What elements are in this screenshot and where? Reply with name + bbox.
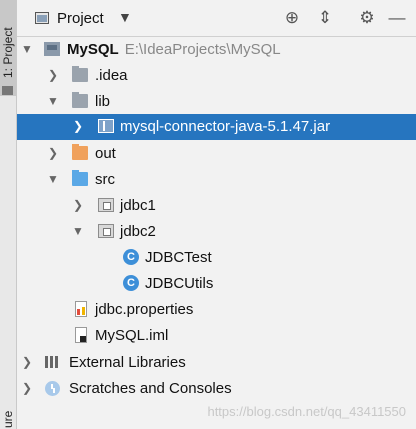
watermark: https://blog.csdn.net/qq_43411550	[207, 404, 406, 419]
chevron-down-icon[interactable]: ▼	[47, 94, 59, 108]
project-tool-tab-label: 1: Project	[1, 27, 15, 78]
tree-item-jdbctest[interactable]: C JDBCTest	[17, 245, 416, 271]
tree-item-label: mysql-connector-java-5.1.47.jar	[120, 118, 331, 135]
source-folder-icon	[72, 170, 88, 186]
folder-icon	[2, 86, 13, 95]
scratches-icon	[45, 381, 60, 396]
tree-item-label: MySQL.iml	[95, 327, 169, 344]
chevron-right-icon[interactable]: ❯	[47, 146, 59, 160]
iml-file-icon	[75, 327, 87, 343]
project-tree: ▼ MySQL E:\IdeaProjects\MySQL ❯ .idea ▼ l…	[17, 37, 416, 429]
tree-item-label: jdbc.properties	[95, 301, 194, 318]
chevron-down-icon[interactable]: ▼	[72, 224, 84, 238]
folder-icon	[72, 144, 88, 160]
project-view-icon	[35, 12, 49, 24]
package-icon	[98, 198, 114, 212]
root-name: MySQL	[67, 41, 119, 58]
tree-item-label: out	[95, 145, 116, 162]
chevron-down-icon[interactable]: ▼	[118, 9, 132, 25]
folder-icon	[72, 92, 88, 108]
root-path: E:\IdeaProjects\MySQL	[124, 41, 281, 58]
tree-item-scratches[interactable]: ❯ Scratches and Consoles	[17, 376, 416, 402]
chevron-right-icon[interactable]: ❯	[21, 355, 33, 369]
tree-item-label: External Libraries	[69, 354, 186, 371]
tree-item-jdbc-properties[interactable]: jdbc.properties	[17, 297, 416, 323]
chevron-right-icon[interactable]: ❯	[21, 381, 33, 395]
tree-item-label: src	[95, 171, 115, 188]
module-icon	[44, 42, 60, 56]
class-icon: C	[123, 275, 139, 291]
chevron-down-icon[interactable]: ▼	[47, 172, 59, 186]
tree-item-jdbc1[interactable]: ❯ jdbc1	[17, 193, 416, 219]
package-icon	[98, 224, 114, 238]
libraries-icon	[44, 355, 60, 369]
chevron-right-icon[interactable]: ❯	[72, 198, 84, 212]
tree-item-lib[interactable]: ▼ lib	[17, 89, 416, 115]
tree-item-src[interactable]: ▼ src	[17, 167, 416, 193]
tree-item-external-libraries[interactable]: ❯ External Libraries	[17, 350, 416, 376]
minimize-icon[interactable]: —	[387, 8, 407, 28]
chevron-right-icon[interactable]: ❯	[72, 119, 84, 133]
tree-item-mysql-root[interactable]: ▼ MySQL E:\IdeaProjects\MySQL	[17, 37, 416, 63]
tree-item-jdbcutils[interactable]: C JDBCUtils	[17, 271, 416, 297]
tree-item-label: JDBCTest	[145, 249, 212, 266]
tree-item-out[interactable]: ❯ out	[17, 141, 416, 167]
tree-item-jdbc2[interactable]: ▼ jdbc2	[17, 219, 416, 245]
class-icon: C	[123, 249, 139, 265]
tree-item-label: lib	[95, 93, 111, 110]
tree-item-jar[interactable]: ❯ mysql-connector-java-5.1.47.jar	[17, 114, 416, 140]
tool-window-strip: 1: Project ure	[0, 0, 17, 429]
collapse-all-icon[interactable]: ⇕	[315, 8, 335, 28]
structure-tool-tab-label[interactable]: ure	[1, 411, 15, 428]
tree-item-label: Scratches and Consoles	[69, 380, 232, 397]
folder-icon	[72, 66, 88, 82]
tree-item-label: jdbc2	[120, 223, 156, 240]
chevron-right-icon[interactable]: ❯	[47, 68, 59, 82]
tree-item-mysql-iml[interactable]: MySQL.iml	[17, 323, 416, 349]
locate-icon[interactable]: ⊕	[282, 8, 302, 28]
gear-icon[interactable]: ⚙	[357, 8, 377, 28]
tree-item-label: .idea	[95, 67, 128, 84]
tree-item-label: jdbc1	[120, 197, 156, 214]
project-view-selector[interactable]: Project	[57, 10, 104, 27]
properties-file-icon	[75, 301, 87, 317]
tree-item-idea[interactable]: ❯ .idea	[17, 63, 416, 89]
jar-icon	[98, 119, 114, 133]
tree-item-label: JDBCUtils	[145, 275, 214, 292]
chevron-down-icon[interactable]: ▼	[21, 42, 33, 56]
